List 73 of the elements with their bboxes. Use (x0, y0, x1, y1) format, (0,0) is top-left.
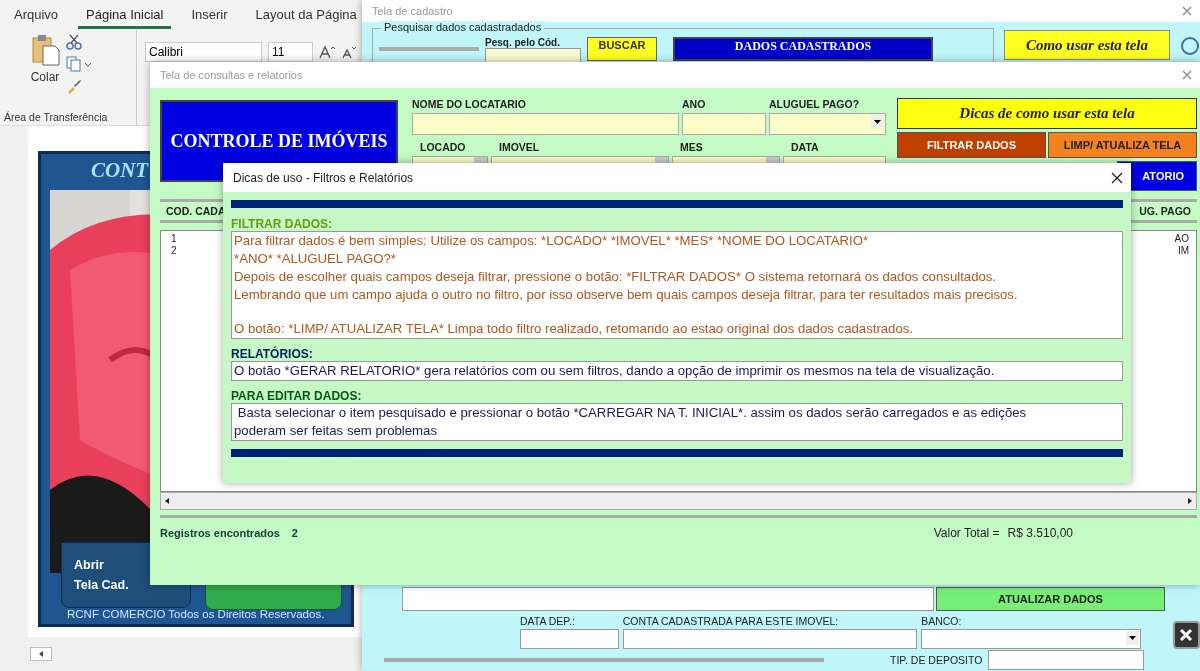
input-field[interactable] (988, 650, 1145, 670)
filter-label: MES (679, 140, 704, 155)
help-text: O botão *GERAR RELATORIO* gera relatórios com ou sem filtros, dando a opção de imprimir os mesmos na tela de visualização. (234, 362, 996, 380)
banner-title: CONT (90, 157, 149, 184)
paste-icon[interactable] (30, 34, 60, 66)
field-label: CONTA CADASTRADA PARA ESTE IMOVEL: (622, 614, 840, 629)
ribbon-tab[interactable]: Layout da Página (247, 1, 365, 29)
help-text: Depois de escolher quais campos deseja filtrar, pressione o botão: *FILTRAR DADOS* O sistema retornará os dados consultados. (234, 268, 998, 286)
table-cell: AO (1174, 233, 1189, 245)
filter-field[interactable] (682, 113, 766, 135)
ribbon-tab[interactable]: Inserir (183, 1, 236, 29)
notes-field[interactable] (402, 587, 934, 611)
horizontal-scrollbar[interactable] (160, 492, 1197, 510)
help-text: *ANO* *ALUGUEL PAGO?* (234, 250, 397, 268)
field-label: BANCO: (921, 614, 963, 629)
caret-icon[interactable] (1125, 631, 1139, 645)
window-title: Tela de consultas e relatorios (159, 69, 303, 81)
update-button[interactable]: ATUALIZAR DADOS (936, 587, 1165, 611)
records-label: Registros encontrados (160, 527, 280, 539)
filter-button[interactable]: FILTRAR DADOS (897, 132, 1046, 158)
records-count: 2 (291, 527, 298, 539)
window-title: Tela de cadastro (371, 5, 453, 17)
group-label: Pesquisar dados cadastradados (381, 21, 545, 33)
total-label: Valor Total = (933, 526, 1000, 540)
help-button[interactable]: Como usar esta tela (1004, 30, 1170, 60)
help-text: Para filtrar dados é bem simples: Utilize os campos: *LOCADO* *IMOVEL* *MES* *NOME DO LOCATARIO* (234, 232, 870, 250)
filter-field[interactable] (412, 113, 679, 135)
help-text: Basta selecionar o item pesquisado e pressionar o botão *CARREGAR NA T. INICIAL*. assim os dados serão carregados e as edições (236, 404, 1028, 422)
paste-label[interactable]: Colar (30, 70, 60, 84)
grow-font-icon[interactable] (319, 45, 335, 59)
input-field[interactable] (520, 629, 619, 649)
filter-dropdown[interactable] (672, 156, 780, 163)
filter-label: ALUGUEL PAGO? (769, 98, 861, 112)
table-cell: 1 (171, 233, 177, 245)
data-button[interactable]: DADOS CADASTRADOS (673, 37, 933, 61)
filter-label: LOCADO (419, 140, 467, 155)
tips-button[interactable]: Dicas de como usar esta tela (897, 98, 1197, 129)
code-label: Pesq. pelo Cód. (485, 37, 561, 48)
scroll-left-icon[interactable] (30, 647, 52, 661)
close-button[interactable] (1172, 621, 1200, 649)
section-heading: PARA EDITAR DADOS: (231, 389, 363, 403)
filter-label: ANO (682, 98, 707, 112)
section-heading: FILTRAR DADOS: (231, 217, 334, 231)
font-name-dropdown[interactable]: Calibri (145, 42, 262, 62)
filter-field[interactable] (783, 156, 886, 163)
filter-label: NOME DO LOCATARIO (412, 98, 527, 112)
search-button[interactable]: BUSCAR (587, 37, 657, 61)
column-header: UG. PAGO (1138, 205, 1192, 217)
ribbon-tab[interactable]: Arquivo (6, 1, 67, 29)
help-text: Lembrando que um campo ajuda o outro no filtro, por isso observe bem quais campos deseja filtrar, para ter resultados mais precisos. (234, 286, 1019, 304)
clear-button[interactable]: LIMP/ ATUALIZA TELA (1048, 132, 1197, 158)
help-text: poderam ser feitas sem problemas (234, 422, 439, 440)
ribbon-tab[interactable]: Página Inicial (78, 1, 172, 29)
copy-icon[interactable] (66, 56, 92, 72)
table-cell: 2 (171, 245, 177, 257)
filter-dropdown[interactable] (491, 156, 669, 163)
table-cell: IM (1177, 245, 1189, 257)
help-text: O botão: *LIMP/ ATUALIZAR TELA* Limpa todo filtro realizado, retomando ao estao original dos dados cadastrados. (234, 320, 915, 338)
close-icon[interactable] (1111, 171, 1123, 184)
section-heading: RELATÓRIOS: (231, 347, 314, 361)
caret-icon[interactable] (871, 115, 884, 129)
field-label: TIP. DE DEPOSITO (890, 654, 983, 666)
font-size-dropdown[interactable]: 11 (268, 42, 313, 62)
shrink-font-icon[interactable] (341, 45, 357, 59)
scissors-icon[interactable] (66, 34, 82, 50)
field-label: DATA DEP.: (520, 614, 576, 629)
input-field[interactable] (622, 629, 918, 649)
brush-icon[interactable] (66, 78, 82, 94)
total-value: R$ 3.510,00 (1007, 526, 1073, 540)
group-label: Área de Transferência (4, 111, 109, 123)
filter-label: IMOVEL (498, 140, 541, 155)
circle-icon[interactable] (1180, 36, 1200, 56)
filter-label: DATA (790, 140, 820, 155)
